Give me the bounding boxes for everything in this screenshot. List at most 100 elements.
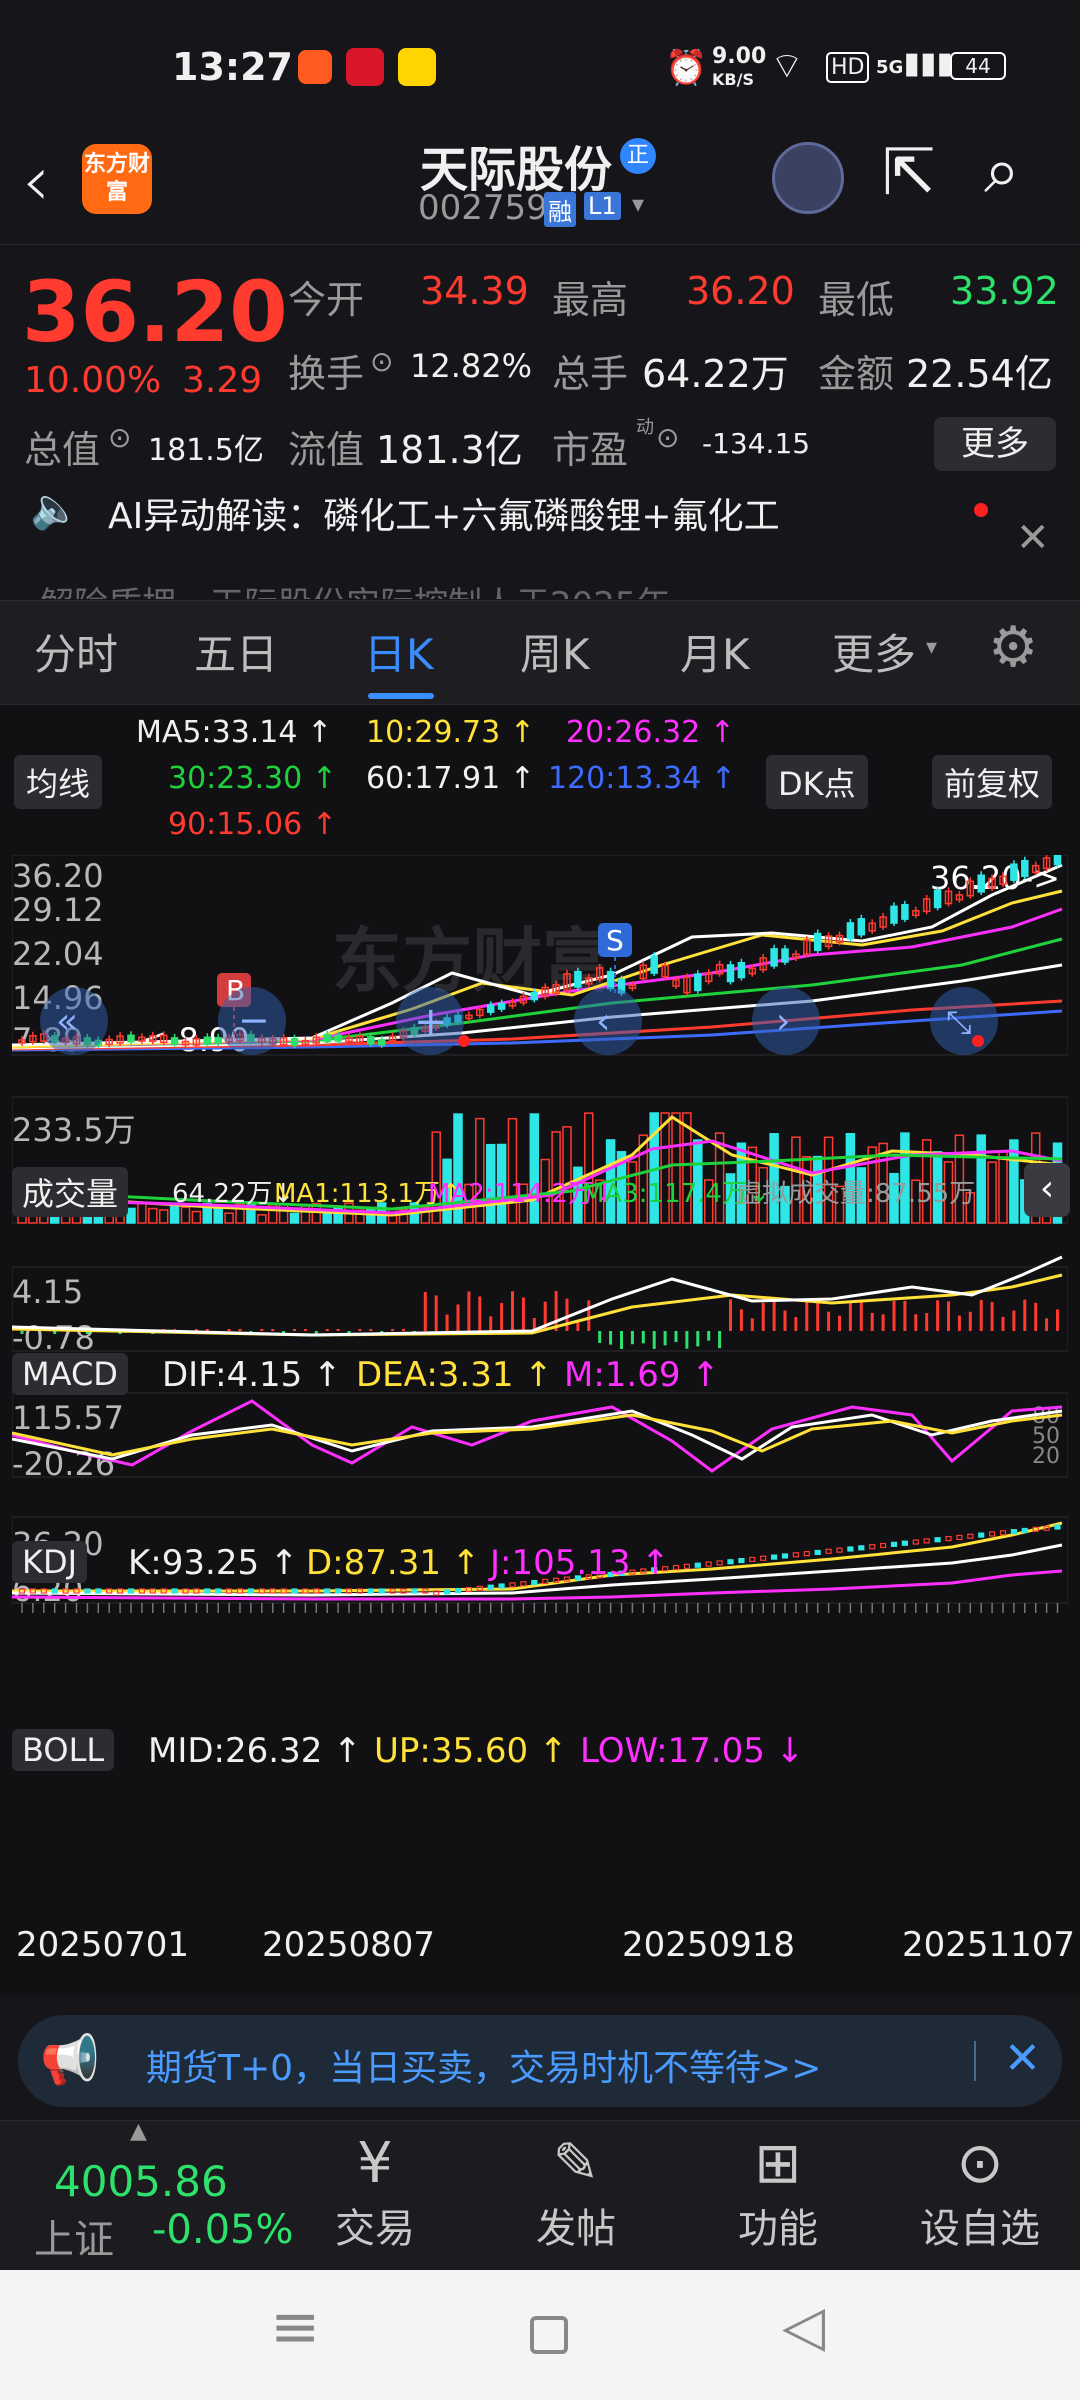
boll-candle xyxy=(923,1538,930,1544)
unread-dot xyxy=(974,503,988,517)
volume-bar xyxy=(158,1209,169,1224)
macd-indicator-dropdown[interactable]: MACD xyxy=(12,1353,128,1395)
boll-candle xyxy=(291,1588,298,1594)
macd-bar xyxy=(434,1295,438,1331)
volume-indicator-dropdown[interactable]: 成交量 xyxy=(12,1167,129,1217)
macd-bar xyxy=(630,1331,634,1345)
close-icon[interactable]: ✕ xyxy=(1004,2033,1041,2084)
ma-toggle-dropdown[interactable]: 均线 xyxy=(14,755,103,809)
battery-icon: 44 xyxy=(950,52,1006,80)
nav-functions[interactable]: ⊞ 功能 xyxy=(708,2131,848,2254)
volume-bar xyxy=(148,1207,158,1224)
tab-more[interactable]: 更多 xyxy=(832,621,916,682)
tab-week-k[interactable]: 周K xyxy=(520,621,590,682)
news-peek-text[interactable]: 解除质押，天际股份实际控制人于2025年... xyxy=(40,577,703,599)
macd-bar xyxy=(391,1329,395,1331)
macd-bar xyxy=(870,1312,874,1331)
macd-bar xyxy=(848,1301,852,1331)
app-logo[interactable]: 东方财富 xyxy=(82,144,152,214)
menu-icon[interactable]: ≡ xyxy=(270,2292,320,2362)
home-icon[interactable] xyxy=(530,2316,568,2354)
bottom-nav: ▲ 4005.86 上证 -0.05% ¥ 交易 ✎ 发帖 ⊞ 功能 ⊙ 设自选 xyxy=(0,2119,1080,2270)
volume-bar xyxy=(987,1161,997,1224)
boll-candle xyxy=(127,1588,135,1594)
ma20-legend: 20:26.32 ↑ xyxy=(566,715,735,750)
boll-candle xyxy=(727,1559,734,1565)
back-icon[interactable]: ◁ xyxy=(782,2294,825,2359)
dk-point-button[interactable]: DK点 xyxy=(766,755,868,809)
info-icon[interactable]: ⊙ xyxy=(370,345,393,378)
adjust-mode-button[interactable]: 前复权 xyxy=(932,755,1053,809)
price-axis-label: 36.20 xyxy=(12,857,104,895)
collapse-panel-button[interactable]: ‹ xyxy=(1024,1163,1070,1217)
volume-bar xyxy=(224,1212,234,1224)
macd-bar xyxy=(260,1329,264,1331)
tab-5day[interactable]: 五日 xyxy=(194,621,278,682)
info-icon[interactable]: ⊙ xyxy=(108,421,131,454)
ma90-legend: 90:15.06 ↑ xyxy=(168,807,337,842)
active-tab-underline xyxy=(368,693,434,699)
info-icon[interactable]: ⊙ xyxy=(656,421,679,454)
macd-bar xyxy=(968,1311,972,1331)
volume-bar xyxy=(289,1212,300,1224)
boll-candle xyxy=(1054,1524,1061,1530)
share-icon[interactable]: ⇱ xyxy=(882,136,936,210)
volume-bar xyxy=(976,1134,986,1224)
nav-post[interactable]: ✎ 发帖 xyxy=(506,2131,646,2254)
hd-icon: HD xyxy=(826,52,870,83)
back-arrow-icon[interactable]: ‹ xyxy=(22,140,50,222)
net-speed: 9.00 KB/S xyxy=(712,44,767,90)
robot-assistant-icon[interactable] xyxy=(772,142,844,214)
volume-label: 总手 xyxy=(552,352,629,396)
macd-bar xyxy=(1056,1309,1059,1331)
chevron-down-icon[interactable]: ▾ xyxy=(632,190,644,218)
macd-bar xyxy=(783,1310,787,1331)
tab-month-k[interactable]: 月K xyxy=(680,621,750,682)
ai-insight-text[interactable]: AI异动解读：磷化工+六氟磷酸锂+氟化工 xyxy=(108,487,780,539)
expand-up-icon[interactable]: ▲ xyxy=(130,2119,147,2144)
tab-day-k[interactable]: 日K xyxy=(364,621,434,682)
nav-add-watchlist[interactable]: ⊙ 设自选 xyxy=(910,2131,1050,2254)
kdj-indicator-dropdown[interactable]: KDJ xyxy=(12,1541,88,1583)
macd-bar xyxy=(838,1315,841,1331)
volume-bar xyxy=(998,1150,1008,1224)
event-dot[interactable] xyxy=(458,1035,470,1047)
boll-candle xyxy=(716,1560,723,1566)
ad-text[interactable]: 期货T+0，当日买卖，交易时机不等待>> xyxy=(146,2039,821,2091)
level-tag[interactable]: L1 xyxy=(584,192,621,220)
close-icon[interactable]: ✕ xyxy=(1016,515,1050,561)
boll-candle xyxy=(781,1553,789,1559)
stock-header: ‹ 东方财富 天际股份 正 002759 融 L1 ▾ ⇱ ⌕ xyxy=(0,130,1080,245)
ad-banner[interactable]: 📢 期货T+0，当日买卖，交易时机不等待>> ✕ xyxy=(18,2015,1062,2107)
chart-svg[interactable]: 东方财富 36.20 29.12 22.04 14.96 7.89 36.20-… xyxy=(12,855,1068,1985)
more-button[interactable]: 更多 xyxy=(934,417,1056,471)
boll-candle xyxy=(825,1548,832,1554)
macd-bar xyxy=(369,1329,373,1331)
volume-bar xyxy=(191,1210,202,1224)
macd-bar xyxy=(827,1311,831,1331)
boll-candle xyxy=(672,1564,680,1571)
chevron-down-icon[interactable]: ▾ xyxy=(926,635,937,660)
boll-indicator-dropdown[interactable]: BOLL xyxy=(12,1729,115,1771)
boll-candle xyxy=(454,1588,462,1594)
boll-candle xyxy=(171,1588,178,1594)
macd-bar xyxy=(892,1300,896,1331)
ma5-legend: MA5:33.14 ↑ xyxy=(136,715,333,750)
macd-bar xyxy=(1012,1310,1016,1331)
boll-candle xyxy=(738,1557,745,1564)
tab-minute[interactable]: 分时 xyxy=(34,621,118,682)
macd-bar xyxy=(979,1299,983,1331)
gear-icon[interactable]: ⚙ xyxy=(988,615,1038,680)
boll-low: LOW:17.05 ↓ xyxy=(580,1731,805,1771)
event-dot[interactable] xyxy=(972,1035,984,1047)
boll-candle xyxy=(324,1588,331,1594)
kdj-j-line xyxy=(12,1399,1063,1473)
boll-candle xyxy=(814,1549,821,1556)
more-dots-icon: ⊙ xyxy=(956,2131,1004,2196)
search-icon[interactable]: ⌕ xyxy=(984,134,1020,208)
nav-functions-label: 功能 xyxy=(738,2206,818,2252)
index-value[interactable]: 4005.86 xyxy=(54,2157,228,2206)
boll-candle xyxy=(836,1547,843,1553)
nav-trade[interactable]: ¥ 交易 xyxy=(305,2131,445,2254)
boll-candle xyxy=(945,1535,952,1542)
